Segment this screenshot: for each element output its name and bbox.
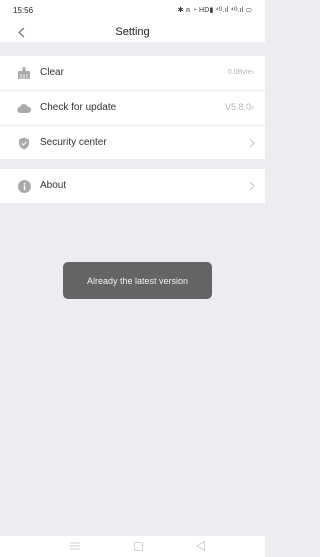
cloud-icon	[17, 101, 31, 115]
shield-icon	[17, 136, 31, 150]
home-icon[interactable]	[131, 540, 145, 552]
settings-group-about: About	[0, 169, 265, 203]
settings-item-security-center[interactable]: Security center	[0, 126, 265, 160]
toast-message: Already the latest version	[63, 262, 212, 299]
header: Setting	[0, 22, 265, 42]
back-triangle-icon[interactable]	[193, 540, 207, 552]
chevron-right-icon: ›	[251, 102, 254, 112]
status-time: 15:56	[13, 6, 34, 15]
settings-item-label: About	[40, 180, 67, 191]
settings-group-main: Clear 0.0Byte› Check for update V5.8.0› …	[0, 56, 265, 160]
menu-icon[interactable]	[68, 540, 82, 552]
info-icon	[17, 179, 31, 193]
settings-item-check-update[interactable]: Check for update V5.8.0›	[0, 91, 265, 126]
section-gap	[0, 42, 265, 56]
system-nav-bar	[0, 536, 265, 557]
chevron-right-icon: ›	[251, 69, 254, 76]
settings-item-label: Security center	[40, 137, 107, 148]
broom-icon	[17, 66, 31, 80]
settings-item-clear[interactable]: Clear 0.0Byte›	[0, 56, 265, 91]
section-gap	[0, 159, 265, 169]
status-bar: 15:56 ✱ ⍝ ◔ HD▮ ⁴ᴳ.ıl ⁴ᴳ.ıl ⬭	[0, 0, 265, 22]
settings-item-label: Clear	[40, 67, 64, 78]
chevron-right-icon	[249, 138, 255, 148]
settings-item-label: Check for update	[40, 102, 117, 113]
settings-item-about[interactable]: About	[0, 169, 265, 203]
cache-size-value: 0.0Byte›	[227, 69, 254, 76]
chevron-right-icon	[249, 181, 255, 191]
version-value: V5.8.0›	[224, 102, 254, 112]
page-title: Setting	[115, 26, 150, 38]
status-indicators: ✱ ⍝ ◔ HD▮ ⁴ᴳ.ıl ⁴ᴳ.ıl ⬭	[177, 7, 252, 14]
